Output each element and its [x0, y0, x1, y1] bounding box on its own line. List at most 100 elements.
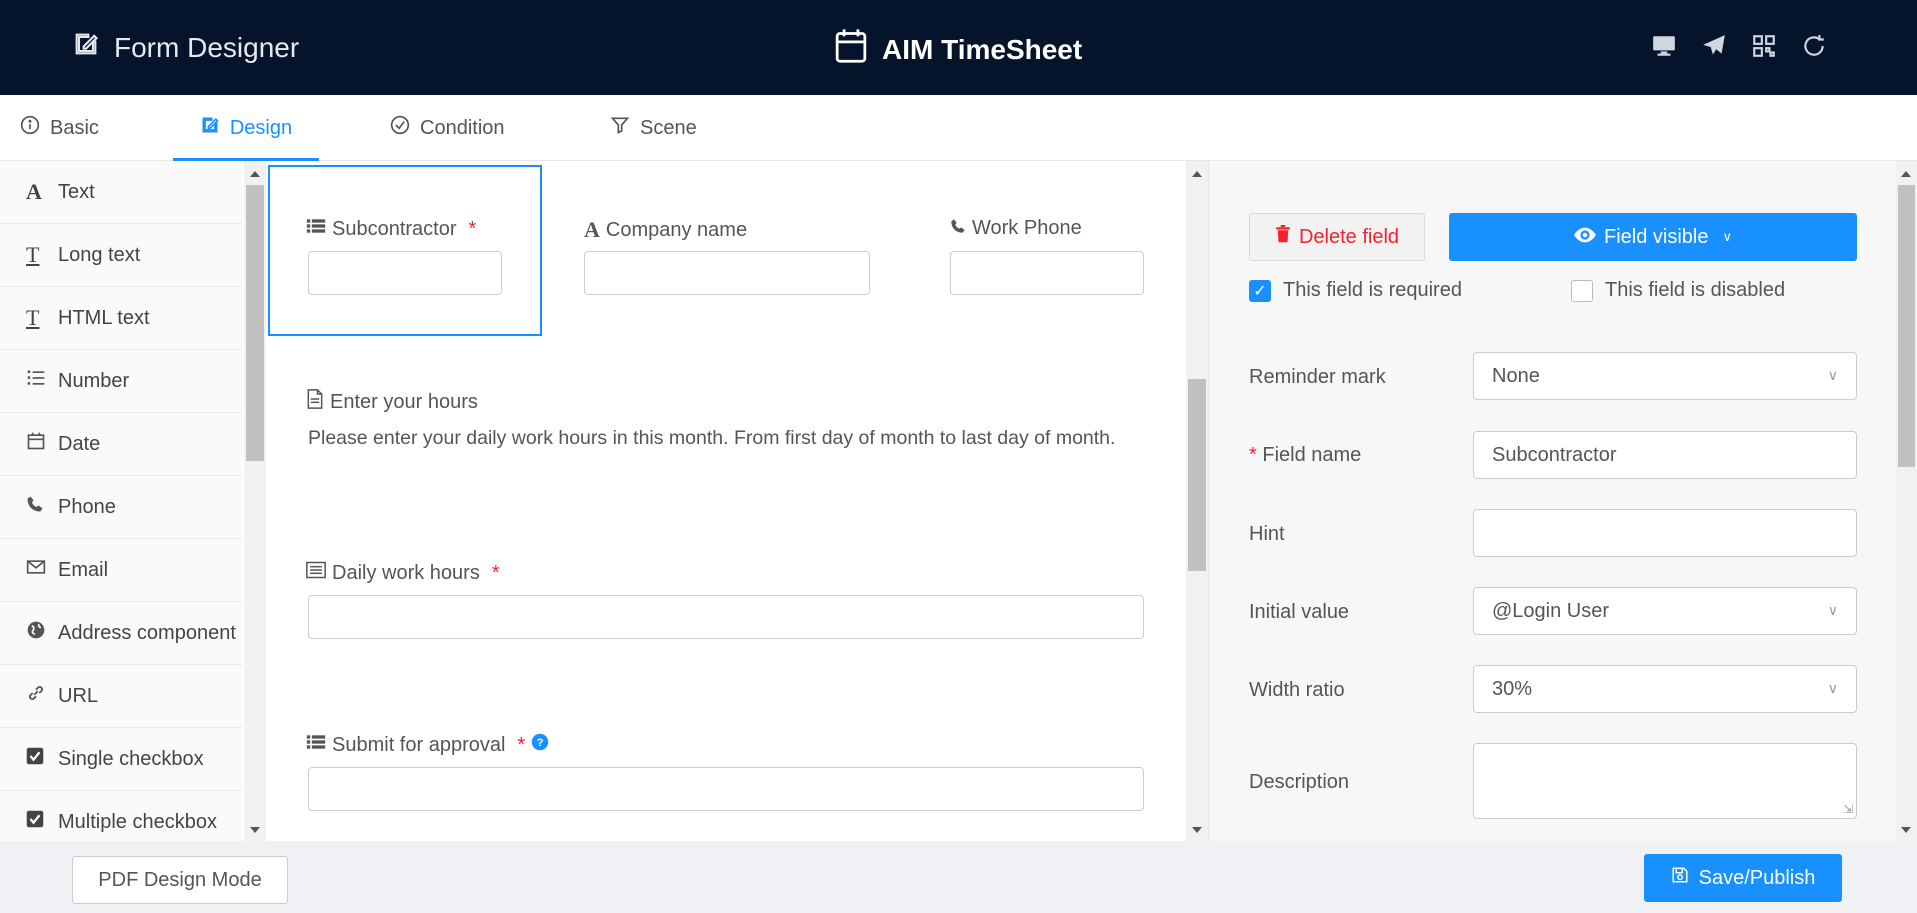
hint-input[interactable] — [1473, 509, 1857, 557]
disabled-checkbox-label: This field is disabled — [1605, 279, 1786, 301]
send-icon[interactable] — [1701, 33, 1727, 59]
hint-label: Hint — [1249, 523, 1285, 545]
scroll-down-arrow[interactable] — [1192, 827, 1202, 833]
info-icon — [20, 115, 40, 141]
submit-approval-input[interactable] — [308, 767, 1144, 811]
daily-hours-label: Daily work hours * — [306, 561, 500, 585]
sidebar-scrollbar[interactable] — [244, 161, 266, 841]
required-mark: * — [517, 733, 526, 756]
initial-value-value: @Login User — [1492, 599, 1610, 622]
field-visible-label: Field visible — [1604, 225, 1709, 248]
subcontractor-input[interactable] — [308, 251, 502, 295]
palette-item-long-text[interactable]: T Long text — [0, 224, 242, 287]
field-name-input[interactable]: Subcontractor — [1473, 431, 1857, 479]
palette-item-html-text[interactable]: T HTML text — [0, 287, 242, 350]
submit-approval-label-text: Submit for approval — [332, 733, 506, 756]
palette-item-email[interactable]: Email — [0, 539, 242, 602]
field-name-value: Subcontractor — [1492, 443, 1617, 466]
text-height-icon: T — [26, 305, 40, 330]
edit-icon — [72, 30, 100, 65]
submit-approval-label: Submit for approval * ? — [306, 733, 549, 757]
properties-panel: Delete field Field visible ∨ ✓ This fiel… — [1208, 161, 1896, 841]
tab-scene-label: Scene — [640, 116, 697, 139]
link-icon — [26, 683, 48, 709]
pdf-design-mode-button[interactable]: PDF Design Mode — [72, 856, 288, 904]
description-textarea[interactable]: ⇲ — [1473, 743, 1857, 819]
subcontractor-label-text: Subcontractor — [332, 217, 457, 240]
scrollbar-thumb[interactable] — [1898, 185, 1915, 467]
top-bar: Form Designer AIM TimeSheet — [0, 0, 1917, 95]
tab-condition[interactable]: Condition — [390, 95, 505, 161]
width-ratio-select[interactable]: 30% ∨ — [1473, 665, 1857, 713]
checkbox-checked[interactable]: ✓ — [1249, 279, 1271, 302]
calendar-icon — [834, 28, 868, 71]
tab-bar: Basic Design Condition Scene — [0, 95, 1917, 161]
palette-item-url[interactable]: URL — [0, 665, 242, 728]
font-icon: A — [26, 179, 42, 204]
scroll-up-arrow[interactable] — [1901, 171, 1911, 177]
required-checkbox[interactable]: ✓ This field is required — [1249, 279, 1462, 302]
palette-item-label: Date — [58, 432, 101, 455]
canvas-scrollbar[interactable] — [1186, 161, 1208, 841]
qrcode-icon[interactable] — [1751, 33, 1777, 59]
tab-design[interactable]: Design — [173, 95, 319, 161]
tab-basic[interactable]: Basic — [20, 95, 99, 161]
palette-item-address[interactable]: Address component — [0, 602, 242, 665]
scroll-up-arrow[interactable] — [250, 171, 260, 177]
resize-handle-icon[interactable]: ⇲ — [1843, 802, 1853, 816]
palette-item-date[interactable]: Date — [0, 413, 242, 476]
daily-hours-input[interactable] — [308, 595, 1144, 639]
checkbox-unchecked[interactable] — [1571, 279, 1593, 302]
scroll-down-arrow[interactable] — [1901, 827, 1911, 833]
palette-item-label: Multiple checkbox — [58, 810, 217, 833]
palette-item-label: URL — [58, 684, 99, 707]
phone-icon — [950, 217, 966, 240]
help-icon[interactable]: ? — [531, 733, 549, 757]
delete-field-button[interactable]: Delete field — [1249, 213, 1425, 261]
scroll-up-arrow[interactable] — [1192, 171, 1202, 177]
palette-item-label: Number — [58, 369, 130, 392]
text-height-icon: T — [26, 242, 40, 267]
subcontractor-label: Subcontractor * — [306, 217, 476, 241]
company-name-input[interactable] — [584, 251, 870, 295]
palette-item-phone[interactable]: Phone — [0, 476, 242, 539]
footer-bar: PDF Design Mode Save/Publish — [0, 841, 1917, 913]
palette-item-label: Address component — [58, 621, 236, 644]
palette-item-label: HTML text — [58, 306, 150, 329]
company-name-label-text: Company name — [605, 218, 748, 241]
globe-icon — [26, 620, 48, 646]
app-title: AIM TimeSheet — [834, 28, 1082, 71]
save-publish-label: Save/Publish — [1698, 866, 1816, 889]
field-visible-dropdown[interactable]: Field visible ∨ — [1449, 213, 1857, 261]
properties-scrollbar[interactable] — [1896, 161, 1917, 841]
palette-item-multiple-checkbox[interactable]: Multiple checkbox — [0, 791, 242, 841]
scrollbar-thumb[interactable] — [246, 185, 264, 461]
scroll-down-arrow[interactable] — [250, 827, 260, 833]
check-square-icon — [26, 810, 48, 834]
required-checkbox-label: This field is required — [1283, 279, 1462, 301]
delete-field-label: Delete field — [1298, 225, 1400, 248]
save-publish-button[interactable]: Save/Publish — [1644, 854, 1842, 902]
field-palette: A Text T Long text T HTML text Number Da… — [0, 161, 244, 841]
palette-item-text[interactable]: A Text — [0, 161, 242, 224]
refresh-icon[interactable] — [1801, 33, 1827, 59]
edit-icon — [200, 115, 220, 141]
disabled-checkbox[interactable]: This field is disabled — [1571, 279, 1785, 302]
list-icon — [306, 733, 326, 757]
trash-icon — [1275, 225, 1291, 249]
required-mark: * — [491, 561, 500, 584]
scrollbar-thumb[interactable] — [1188, 379, 1206, 571]
save-icon — [1671, 866, 1689, 890]
list-alt-icon — [306, 561, 326, 585]
tab-basic-label: Basic — [50, 116, 99, 139]
palette-item-single-checkbox[interactable]: Single checkbox — [0, 728, 242, 791]
work-phone-input[interactable] — [950, 251, 1144, 295]
tab-condition-label: Condition — [420, 116, 505, 139]
reminder-mark-select[interactable]: None ∨ — [1473, 352, 1857, 400]
daily-hours-label-text: Daily work hours — [332, 561, 480, 584]
monitor-icon[interactable] — [1651, 33, 1677, 59]
initial-value-select[interactable]: @Login User ∨ — [1473, 587, 1857, 635]
tab-scene[interactable]: Scene — [610, 95, 697, 161]
field-name-label: * Field name — [1249, 444, 1361, 467]
palette-item-number[interactable]: Number — [0, 350, 242, 413]
